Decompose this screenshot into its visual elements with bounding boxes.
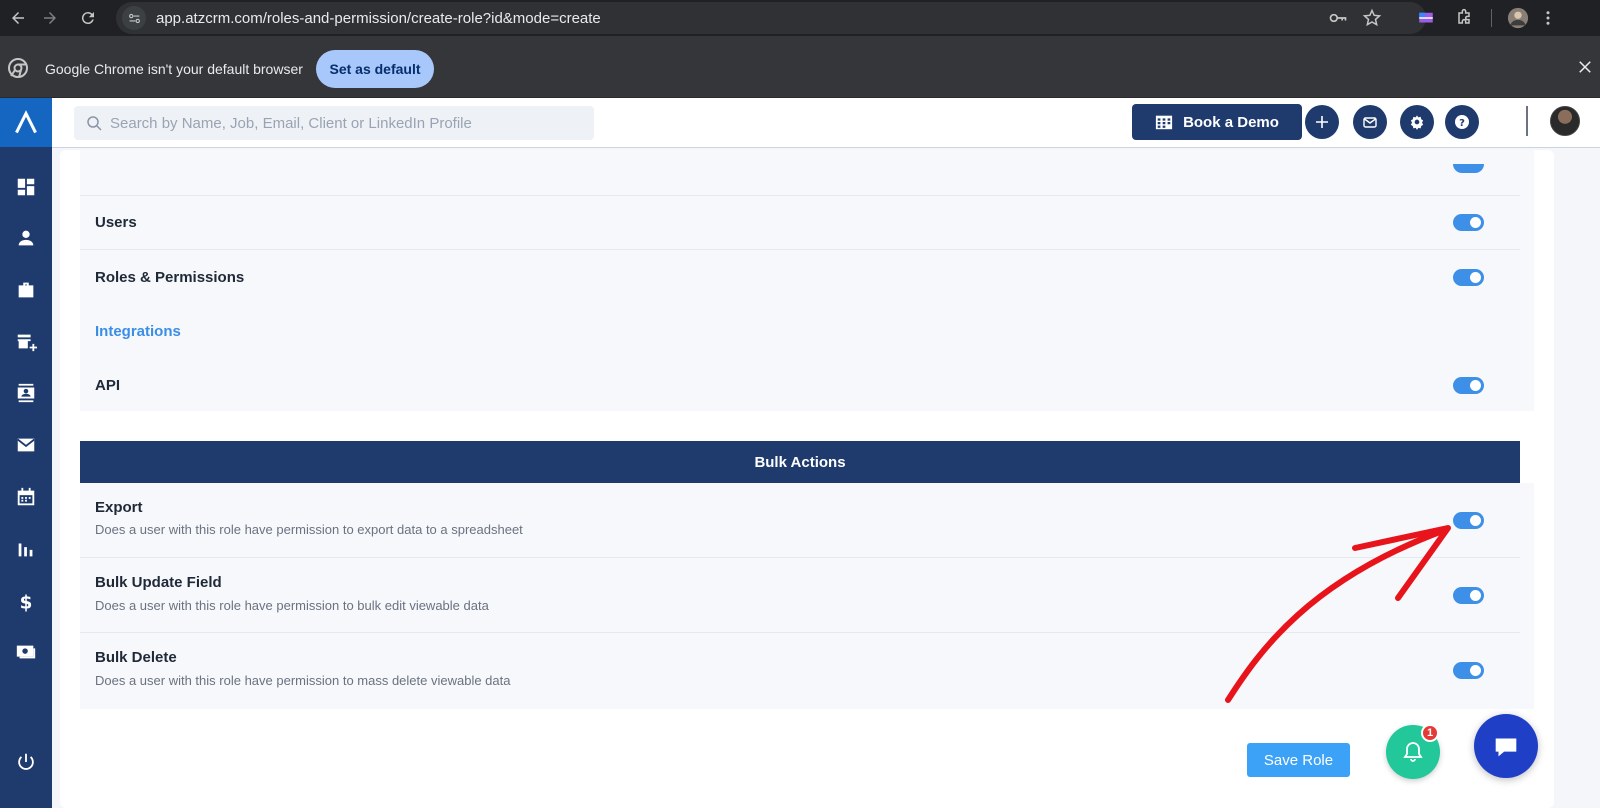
search-icon <box>87 116 102 131</box>
chat-widget-button[interactable] <box>1474 714 1538 778</box>
permission-title: Users <box>95 214 137 231</box>
export-toggle[interactable] <box>1453 512 1484 529</box>
permission-row: Roles & Permissions <box>80 250 1520 304</box>
help-button[interactable]: ? <box>1445 105 1479 139</box>
placements-money-icon[interactable] <box>10 636 42 668</box>
bulk-action-description: Does a user with this role have permissi… <box>95 598 489 613</box>
back-icon[interactable] <box>6 6 30 30</box>
address-bar[interactable]: app.atzcrm.com/roles-and-permission/crea… <box>116 2 1426 34</box>
calendar-grid-icon <box>1155 115 1173 130</box>
reports-bar-chart-icon[interactable] <box>10 533 42 565</box>
bulk-action-description: Does a user with this role have permissi… <box>95 522 523 537</box>
extension-flag-icon[interactable] <box>1414 6 1438 30</box>
reload-icon[interactable] <box>76 6 100 30</box>
book-demo-label: Book a Demo <box>1183 113 1279 131</box>
bulk-delete-toggle[interactable] <box>1453 662 1484 679</box>
svg-text:$: $ <box>20 592 33 612</box>
roles-permissions-toggle[interactable] <box>1453 269 1484 286</box>
bulk-action-row: Export Does a user with this role have p… <box>80 483 1520 558</box>
plus-icon <box>1316 116 1328 128</box>
save-role-button[interactable]: Save Role <box>1247 743 1350 777</box>
add-button[interactable] <box>1305 105 1339 139</box>
forward-icon[interactable] <box>38 6 62 30</box>
site-info-icon[interactable] <box>122 6 146 30</box>
users-toggle[interactable] <box>1453 214 1484 231</box>
global-search <box>74 106 594 140</box>
bulk-update-toggle[interactable] <box>1453 587 1484 604</box>
bookmark-star-icon[interactable] <box>1362 8 1382 28</box>
settings-button[interactable] <box>1400 105 1434 139</box>
book-demo-button[interactable]: Book a Demo <box>1132 104 1302 140</box>
candidates-icon[interactable] <box>10 377 42 409</box>
infobar-message: Google Chrome isn't your default browser <box>45 61 303 77</box>
url-text[interactable]: app.atzcrm.com/roles-and-permission/crea… <box>156 10 601 27</box>
toggle-partial[interactable] <box>1453 164 1484 173</box>
permission-row: API <box>80 360 1520 411</box>
help-icon: ? <box>1455 115 1469 129</box>
bulk-actions-header: Bulk Actions <box>80 441 1520 483</box>
mail-icon <box>1363 117 1377 128</box>
close-icon[interactable] <box>1576 58 1594 76</box>
chrome-logo-icon <box>8 58 28 78</box>
gear-icon <box>1410 115 1424 130</box>
user-avatar[interactable] <box>1550 106 1580 136</box>
clients-store-icon[interactable] <box>10 326 42 358</box>
bulk-action-row: Bulk Update Field Does a user with this … <box>80 558 1520 633</box>
header-divider <box>1526 106 1528 136</box>
password-key-icon[interactable] <box>1328 8 1348 28</box>
browser-toolbar: app.atzcrm.com/roles-and-permission/crea… <box>0 0 1600 36</box>
contacts-icon[interactable] <box>10 222 42 254</box>
bulk-action-title: Bulk Delete <box>95 649 177 666</box>
search-input[interactable] <box>110 106 580 140</box>
api-toggle[interactable] <box>1453 377 1484 394</box>
app-header: Book a Demo ? <box>52 98 1600 148</box>
mail-button[interactable] <box>1353 105 1387 139</box>
role-permissions-content: Users Roles & Permissions Integrations A… <box>60 150 1554 808</box>
bulk-action-description: Does a user with this role have permissi… <box>95 673 511 688</box>
bulk-action-row: Bulk Delete Does a user with this role h… <box>80 633 1520 709</box>
app-logo-icon[interactable] <box>0 98 52 147</box>
power-logout-icon[interactable] <box>10 746 42 778</box>
calendar-icon[interactable] <box>10 481 42 513</box>
permission-title: API <box>95 377 121 394</box>
bell-icon <box>1403 742 1423 762</box>
extensions-puzzle-icon[interactable] <box>1452 6 1476 30</box>
bulk-actions-panel: Export Does a user with this role have p… <box>80 483 1534 709</box>
integrations-section-label: Integrations <box>95 323 181 340</box>
dashboard-icon[interactable] <box>10 171 42 203</box>
toolbar-divider <box>1491 9 1492 27</box>
chat-bubble-icon <box>1495 738 1517 757</box>
chrome-menu-icon[interactable] <box>1536 6 1560 30</box>
set-default-button[interactable]: Set as default <box>316 50 434 88</box>
permission-row: Users <box>80 196 1520 250</box>
bulk-action-title: Export <box>95 499 143 516</box>
default-browser-infobar: Google Chrome isn't your default browser… <box>0 36 1600 98</box>
billing-dollar-icon[interactable]: $ <box>10 585 42 617</box>
notification-count-badge: 1 <box>1421 724 1439 742</box>
permissions-panel: Users Roles & Permissions Integrations A… <box>80 150 1534 411</box>
svg-text:?: ? <box>1459 118 1465 129</box>
permission-title: Roles & Permissions <box>95 269 245 286</box>
app-sidebar: $ <box>0 98 52 808</box>
bulk-action-title: Bulk Update Field <box>95 574 222 591</box>
profile-avatar-icon[interactable] <box>1506 6 1530 30</box>
jobs-briefcase-icon[interactable] <box>10 274 42 306</box>
email-icon[interactable] <box>10 429 42 461</box>
